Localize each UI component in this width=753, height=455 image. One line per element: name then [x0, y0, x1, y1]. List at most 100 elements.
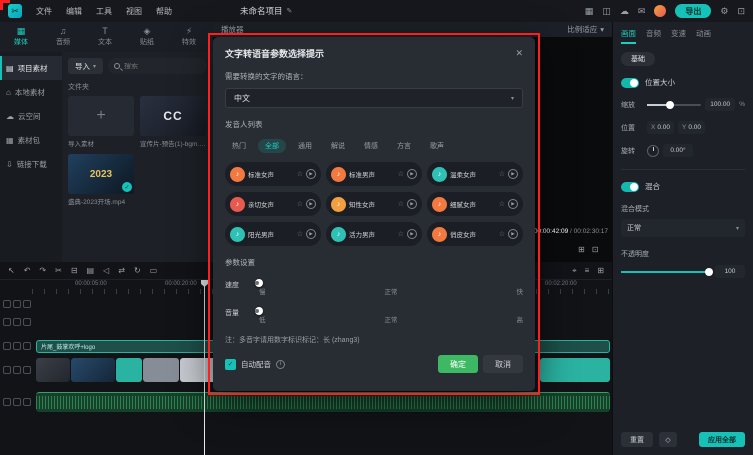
import-thumb[interactable]: + — [68, 96, 134, 136]
voice-item[interactable]: ♪ 细腻女声 ☆ ▶ — [427, 192, 523, 216]
track-lock-icon[interactable] — [3, 398, 11, 406]
video-clip[interactable] — [116, 358, 142, 382]
ratio-icon[interactable]: ⊞ — [578, 245, 585, 254]
track-mute-icon[interactable] — [23, 300, 31, 308]
voice-item[interactable]: ♪ 亲切女声 ☆ ▶ — [225, 192, 321, 216]
sidebar-item-local-media[interactable]: ⌂ 本地素材 — [0, 80, 62, 104]
position-x-field[interactable]: X 0.00 — [647, 121, 674, 134]
fit-mode-select[interactable]: 比例适应 ▾ — [567, 24, 604, 35]
track-lock-icon[interactable] — [3, 300, 11, 308]
rotate-knob[interactable] — [647, 145, 659, 157]
favorite-star-icon[interactable]: ☆ — [398, 170, 404, 178]
playhead[interactable] — [204, 280, 205, 455]
play-icon[interactable]: ▶ — [306, 199, 316, 209]
menu-file[interactable]: 文件 — [30, 3, 58, 20]
play-icon[interactable]: ▶ — [306, 169, 316, 179]
voice-item[interactable]: ♪ 俏皮女声 ☆ ▶ — [427, 222, 523, 246]
search-box[interactable] — [108, 58, 207, 74]
opacity-value[interactable]: 100 — [715, 265, 745, 278]
track-hide-icon[interactable] — [13, 300, 21, 308]
track-mute-icon[interactable] — [23, 398, 31, 406]
tab-hot[interactable]: 热门 — [225, 139, 253, 153]
reverse-icon[interactable]: ◁ — [103, 266, 109, 275]
toggle-switch[interactable] — [621, 182, 639, 192]
reset-button[interactable]: 重置 — [621, 432, 653, 447]
confirm-button[interactable]: 确定 — [438, 355, 478, 373]
rename-pencil-icon[interactable]: ✎ — [287, 7, 293, 15]
toggle-switch[interactable] — [621, 78, 639, 88]
close-icon[interactable]: ✕ — [515, 48, 523, 59]
message-icon[interactable]: ✉ — [638, 6, 646, 17]
import-button[interactable]: 导入 ▾ — [68, 58, 103, 74]
cancel-button[interactable]: 取消 — [483, 355, 523, 373]
transition-clip[interactable] — [143, 358, 179, 382]
track-hide-icon[interactable] — [13, 366, 21, 374]
undo-icon[interactable]: ↶ — [24, 266, 31, 275]
favorite-star-icon[interactable]: ☆ — [297, 170, 303, 178]
freeze-frame-icon[interactable]: ▤ — [87, 266, 95, 275]
tab-sticker[interactable]: ◈ 贴纸 — [126, 27, 168, 47]
tab-speed[interactable]: 变速 — [671, 28, 686, 44]
redo-icon[interactable]: ↷ — [39, 266, 46, 275]
video-clip[interactable] — [36, 358, 70, 382]
snap-icon[interactable]: ⌖ — [572, 266, 577, 276]
play-icon[interactable]: ▶ — [508, 169, 518, 179]
voice-item[interactable]: ♪ 标准女声 ☆ ▶ — [225, 162, 321, 186]
tab-animation[interactable]: 动画 — [696, 28, 711, 44]
language-select[interactable]: 中文 ▾ — [225, 88, 523, 108]
track-mute-icon[interactable] — [23, 342, 31, 350]
apply-all-button[interactable]: 应用全部 — [699, 432, 745, 447]
user-avatar[interactable] — [654, 5, 666, 17]
tab-effects[interactable]: ⚡ 特效 — [168, 27, 210, 47]
video-clip[interactable] — [71, 358, 115, 382]
scale-slider[interactable] — [647, 104, 701, 106]
voice-item[interactable]: ♪ 阳光男声 ☆ ▶ — [225, 222, 321, 246]
app-logo-icon[interactable]: ✂ — [8, 4, 22, 18]
speed-slider[interactable]: 慢 正常 快 — [259, 279, 523, 296]
info-icon[interactable]: i — [276, 360, 285, 369]
layout-icon[interactable]: ▦ — [585, 6, 594, 17]
tab-media[interactable]: ▦ 媒体 — [0, 27, 42, 47]
favorite-star-icon[interactable]: ☆ — [297, 200, 303, 208]
video-thumb[interactable]: CC — [140, 96, 206, 136]
play-icon[interactable]: ▶ — [407, 199, 417, 209]
fullscreen-icon[interactable]: ⊡ — [737, 6, 745, 17]
favorite-star-icon[interactable]: ☆ — [499, 170, 505, 178]
select-tool-icon[interactable]: ↖ — [8, 266, 15, 275]
favorite-star-icon[interactable]: ☆ — [499, 230, 505, 238]
play-icon[interactable]: ▶ — [407, 169, 417, 179]
track-hide-icon[interactable] — [13, 318, 21, 326]
scale-value[interactable]: 100.00 — [705, 98, 735, 111]
favorite-star-icon[interactable]: ☆ — [499, 200, 505, 208]
play-icon[interactable]: ▶ — [407, 229, 417, 239]
expand-tracks-icon[interactable]: ⊞ — [597, 266, 604, 276]
export-button[interactable]: 导出 — [675, 4, 711, 18]
mirror-icon[interactable]: ⇄ — [118, 266, 125, 275]
auto-dub-checkbox[interactable]: ✓ — [225, 359, 236, 370]
opacity-slider[interactable] — [621, 271, 711, 273]
video-clip[interactable] — [180, 358, 216, 382]
tab-audio[interactable]: ♫ 音频 — [42, 27, 84, 47]
track-hide-icon[interactable] — [13, 342, 21, 350]
tab-dialect[interactable]: 方言 — [390, 139, 418, 153]
track-mute-icon[interactable] — [23, 318, 31, 326]
media-tile[interactable]: CC 宣传片-预告(1)-bgm.mp4 — [140, 96, 206, 148]
favorite-star-icon[interactable]: ☆ — [398, 200, 404, 208]
media-tile[interactable]: 2023 ✓ 盛典-2023开场.mp4 — [68, 154, 134, 206]
position-y-field[interactable]: Y 0.00 — [678, 121, 705, 134]
menu-help[interactable]: 帮助 — [150, 3, 178, 20]
track-mute-icon[interactable] — [23, 366, 31, 374]
fullscreen-icon[interactable]: ⊡ — [592, 245, 599, 254]
menu-view[interactable]: 视图 — [120, 3, 148, 20]
crop-icon[interactable]: ▭ — [150, 266, 158, 275]
favorite-star-icon[interactable]: ☆ — [297, 230, 303, 238]
volume-slider[interactable]: 低 正常 高 — [259, 307, 523, 324]
sidebar-item-project-media[interactable]: ▤ 项目素材 — [0, 56, 62, 80]
tab-text[interactable]: T 文本 — [84, 27, 126, 47]
menu-tools[interactable]: 工具 — [90, 3, 118, 20]
link-tracks-icon[interactable]: ≡ — [585, 266, 590, 276]
subtab-basic[interactable]: 基础 — [621, 52, 655, 66]
favorite-star-icon[interactable]: ☆ — [398, 230, 404, 238]
import-tile[interactable]: + 导入素材 — [68, 96, 134, 148]
tab-audio[interactable]: 音频 — [646, 28, 661, 44]
